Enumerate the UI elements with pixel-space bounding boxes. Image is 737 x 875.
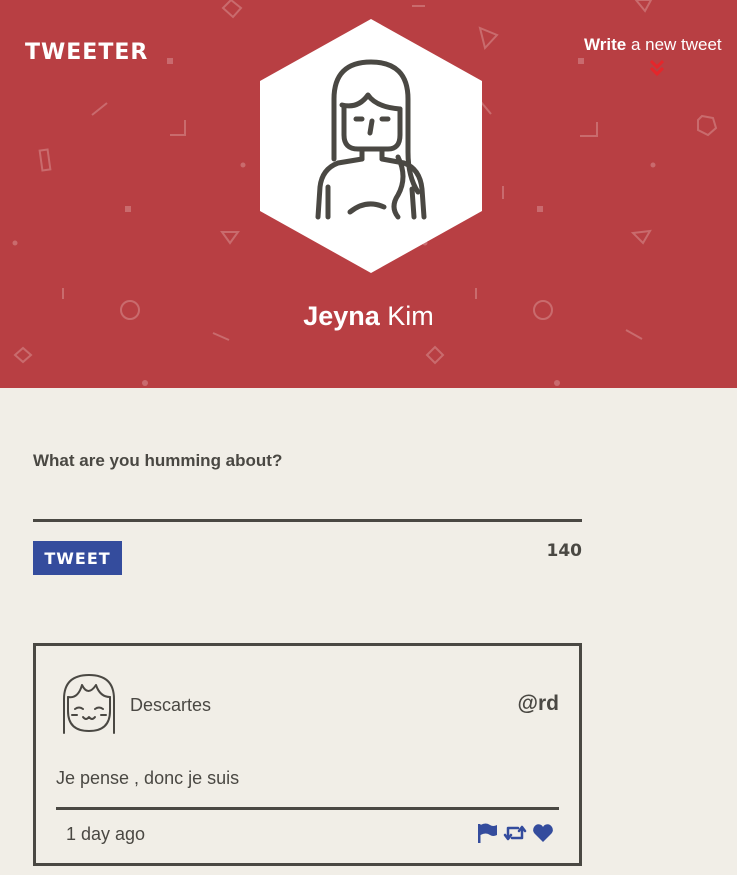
tweet-avatar	[63, 674, 115, 734]
compose-input[interactable]	[33, 480, 582, 522]
write-new-tweet-link[interactable]: Write a new tweet	[584, 35, 722, 55]
flag-icon[interactable]	[476, 822, 498, 844]
tweet-actions	[476, 822, 554, 844]
write-link-rest: a new tweet	[630, 35, 722, 54]
double-chevron-down-icon[interactable]	[648, 59, 666, 77]
tweet-handle[interactable]: @rd	[518, 692, 559, 716]
char-count: 140	[546, 541, 583, 561]
tweet-time: 1 day ago	[66, 824, 146, 844]
heart-icon[interactable]	[532, 822, 554, 844]
tweet-divider	[56, 807, 559, 810]
compose-label: What are you humming about?	[33, 451, 283, 470]
profile-avatar	[260, 19, 482, 273]
tweet-author[interactable]: Descartes	[130, 695, 211, 716]
first-name: Jeyna	[303, 301, 380, 331]
profile-header: TWEETER Write a new tweet Jeyna Kim	[0, 0, 737, 388]
retweet-icon[interactable]	[503, 822, 527, 844]
profile-name: Jeyna Kim	[0, 301, 737, 332]
tweet-card: Descartes @rd Je pense , donc je suis 1 …	[33, 643, 582, 866]
last-name: Kim	[387, 301, 434, 331]
write-link-bold: Write	[584, 35, 627, 54]
tweet-button[interactable]: TWEET	[33, 541, 122, 575]
app-logo[interactable]: TWEETER	[25, 40, 148, 65]
tweet-text: Je pense , donc je suis	[56, 768, 240, 788]
